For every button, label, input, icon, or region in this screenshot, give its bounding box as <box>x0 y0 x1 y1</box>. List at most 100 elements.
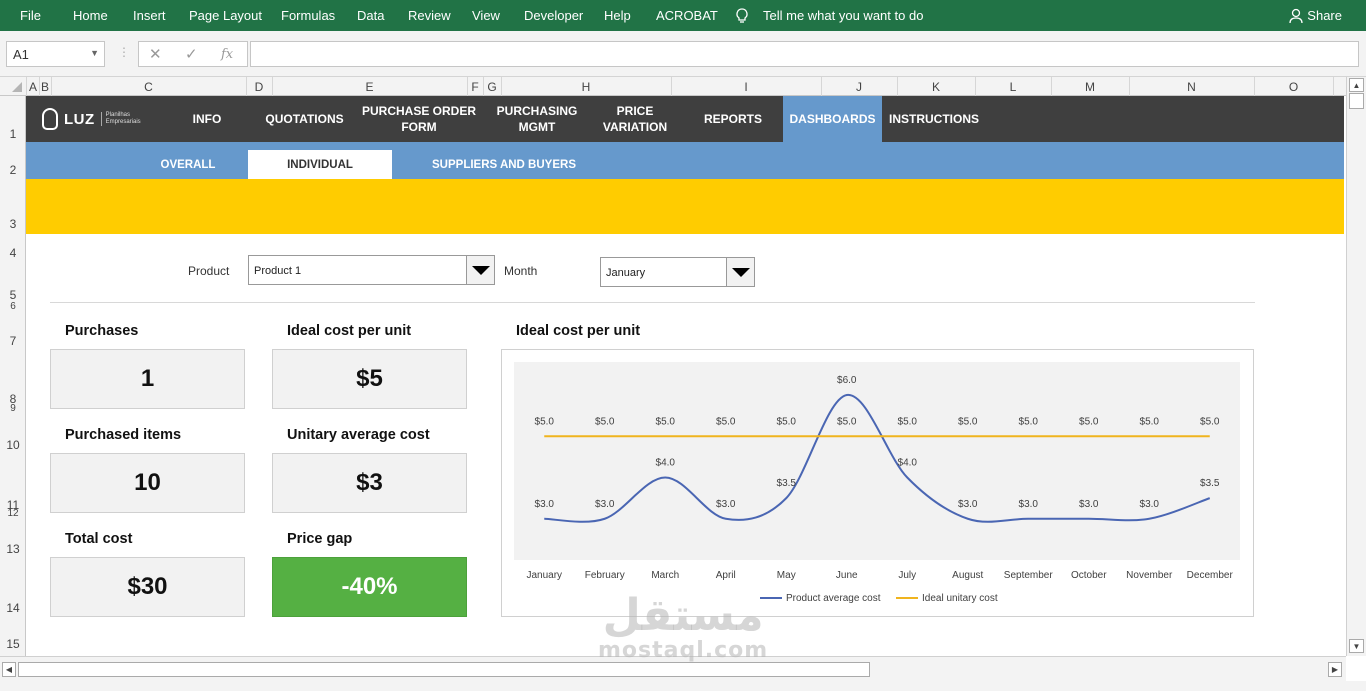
row-header-1[interactable]: 1 <box>0 127 26 141</box>
horizontal-scrollbar[interactable]: ◀ ▶ <box>0 656 1346 681</box>
enter-check-icon[interactable]: ✓ <box>185 45 198 63</box>
vertical-scrollbar[interactable]: ▲ ▼ <box>1346 77 1366 656</box>
column-header-g[interactable]: G <box>483 80 501 94</box>
column-header-o[interactable]: O <box>1254 80 1333 94</box>
data-label: $5.0 <box>1019 416 1039 427</box>
chart-canvas: $3.0 $3.0 $4.0 $3.0 $3.5 $6.0 $4.0 $3.0 $3.0 $3.0… <box>514 362 1240 604</box>
month-label: Month <box>504 264 538 278</box>
row-header-7[interactable]: 7 <box>0 334 26 348</box>
scroll-down-icon[interactable]: ▼ <box>1349 639 1364 653</box>
data-label: $5.0 <box>535 416 555 427</box>
share-button[interactable]: Share <box>1289 8 1342 23</box>
tab-formulas[interactable]: Formulas <box>281 8 335 23</box>
chevron-down-icon[interactable]: ▼ <box>90 48 99 58</box>
nav-dashboards[interactable]: DASHBOARDS <box>783 96 882 142</box>
x-tick-label: June <box>836 570 858 581</box>
column-header-n[interactable]: N <box>1129 80 1254 94</box>
row-header-6[interactable]: 6 <box>0 301 26 312</box>
tab-help[interactable]: Help <box>604 8 631 23</box>
vertical-scroll-thumb[interactable] <box>1349 93 1364 109</box>
formula-buttons: ✕ ✓ fx <box>138 41 248 67</box>
column-header-c[interactable]: C <box>51 80 246 94</box>
month-dropdown[interactable]: January <box>600 257 755 287</box>
column-divider <box>501 77 502 96</box>
nav-quotations[interactable]: QUOTATIONS <box>251 96 358 142</box>
tab-page-layout[interactable]: Page Layout <box>189 8 262 23</box>
tab-file[interactable]: File <box>20 8 41 23</box>
row-header-13[interactable]: 13 <box>0 542 26 556</box>
tab-home[interactable]: Home <box>73 8 108 23</box>
column-header-l[interactable]: L <box>975 80 1051 94</box>
chart-title: Ideal cost per unit <box>516 323 641 339</box>
nav-info[interactable]: INFO <box>174 96 240 142</box>
x-tick-label: November <box>1126 570 1173 581</box>
row-header-3[interactable]: 3 <box>0 217 26 231</box>
data-label: $5.0 <box>958 416 978 427</box>
insert-function-icon[interactable]: fx <box>221 47 233 62</box>
nav-reports[interactable]: REPORTS <box>690 96 776 142</box>
column-header-m[interactable]: M <box>1051 80 1129 94</box>
tab-review[interactable]: Review <box>408 8 451 23</box>
ideal-cost-card: $5 <box>272 349 467 409</box>
select-all-icon[interactable] <box>10 82 22 92</box>
nav-price-variation[interactable]: PRICE VARIATION <box>589 96 681 142</box>
column-divider <box>1051 77 1052 96</box>
row-header-5[interactable]: 5 <box>0 288 26 302</box>
nav-instructions[interactable]: INSTRUCTIONS <box>884 96 984 142</box>
subtab-suppliers-and-buyers[interactable]: SUPPLIERS AND BUYERS <box>424 150 584 179</box>
subtab-individual[interactable]: INDIVIDUAL <box>248 150 392 179</box>
tab-acrobat[interactable]: ACROBAT <box>656 8 718 23</box>
luz-logo: LUZ Planilhas Empresariais <box>42 108 141 130</box>
x-tick-label: October <box>1071 570 1107 581</box>
dropdown-arrow-icon[interactable] <box>726 258 754 286</box>
data-label: $3.5 <box>1200 478 1220 489</box>
row-header-4[interactable]: 4 <box>0 246 26 260</box>
data-label: $5.0 <box>1079 416 1099 427</box>
column-header-b[interactable]: B <box>39 80 51 94</box>
data-label: $4.0 <box>898 458 918 469</box>
row-header-2[interactable]: 2 <box>0 163 26 177</box>
data-label: $5.0 <box>1140 416 1160 427</box>
tab-insert[interactable]: Insert <box>133 8 166 23</box>
tab-view[interactable]: View <box>472 8 500 23</box>
drag-handle-icon[interactable]: ⋮ <box>118 45 130 59</box>
row-header-12[interactable]: 12 <box>0 508 26 519</box>
tab-data[interactable]: Data <box>357 8 384 23</box>
column-header-k[interactable]: K <box>897 80 975 94</box>
scroll-right-icon[interactable]: ▶ <box>1328 662 1342 677</box>
column-header-e[interactable]: E <box>272 80 467 94</box>
row-header-10[interactable]: 10 <box>0 438 26 452</box>
nav-purchasing-mgmt[interactable]: PURCHASING MGMT <box>486 96 588 142</box>
data-label: $5.0 <box>656 416 676 427</box>
column-header-i[interactable]: I <box>671 80 821 94</box>
product-dropdown[interactable]: Product 1 <box>248 255 495 285</box>
column-header-f[interactable]: F <box>467 80 483 94</box>
column-header-a[interactable]: A <box>27 80 39 94</box>
column-header-h[interactable]: H <box>501 80 671 94</box>
subtab-overall[interactable]: OVERALL <box>142 150 234 179</box>
dropdown-arrow-icon[interactable] <box>466 256 494 284</box>
formula-input[interactable] <box>250 41 1359 67</box>
purchased-items-card: 10 <box>50 453 245 513</box>
cancel-icon[interactable]: ✕ <box>149 45 162 63</box>
subtab-overall-label: OVERALL <box>160 158 216 171</box>
line-chart[interactable]: $3.0 $3.0 $4.0 $3.0 $3.5 $6.0 $4.0 $3.0 $3.0 $3.0… <box>501 349 1254 617</box>
tab-developer[interactable]: Developer <box>524 8 583 23</box>
scroll-up-icon[interactable]: ▲ <box>1349 78 1364 92</box>
column-header-d[interactable]: D <box>246 80 272 94</box>
data-label: $6.0 <box>837 375 857 386</box>
row-header-15[interactable]: 15 <box>0 637 26 651</box>
title-band <box>26 179 1344 234</box>
tell-me-search[interactable]: Tell me what you want to do <box>763 8 923 23</box>
row-header-9[interactable]: 9 <box>0 403 26 414</box>
row-header-14[interactable]: 14 <box>0 601 26 615</box>
name-box[interactable]: A1 ▼ <box>6 41 105 67</box>
nav-price-label-1: PRICE <box>616 104 654 118</box>
nav-purchase-order-form[interactable]: PURCHASE ORDER FORM <box>358 96 480 142</box>
product-label: Product <box>188 264 230 278</box>
total-cost-value: $30 <box>127 573 168 600</box>
nav-reports-label: REPORTS <box>703 112 762 126</box>
horizontal-scroll-thumb[interactable] <box>18 662 870 677</box>
scroll-left-icon[interactable]: ◀ <box>2 662 16 677</box>
column-header-j[interactable]: J <box>821 80 897 94</box>
